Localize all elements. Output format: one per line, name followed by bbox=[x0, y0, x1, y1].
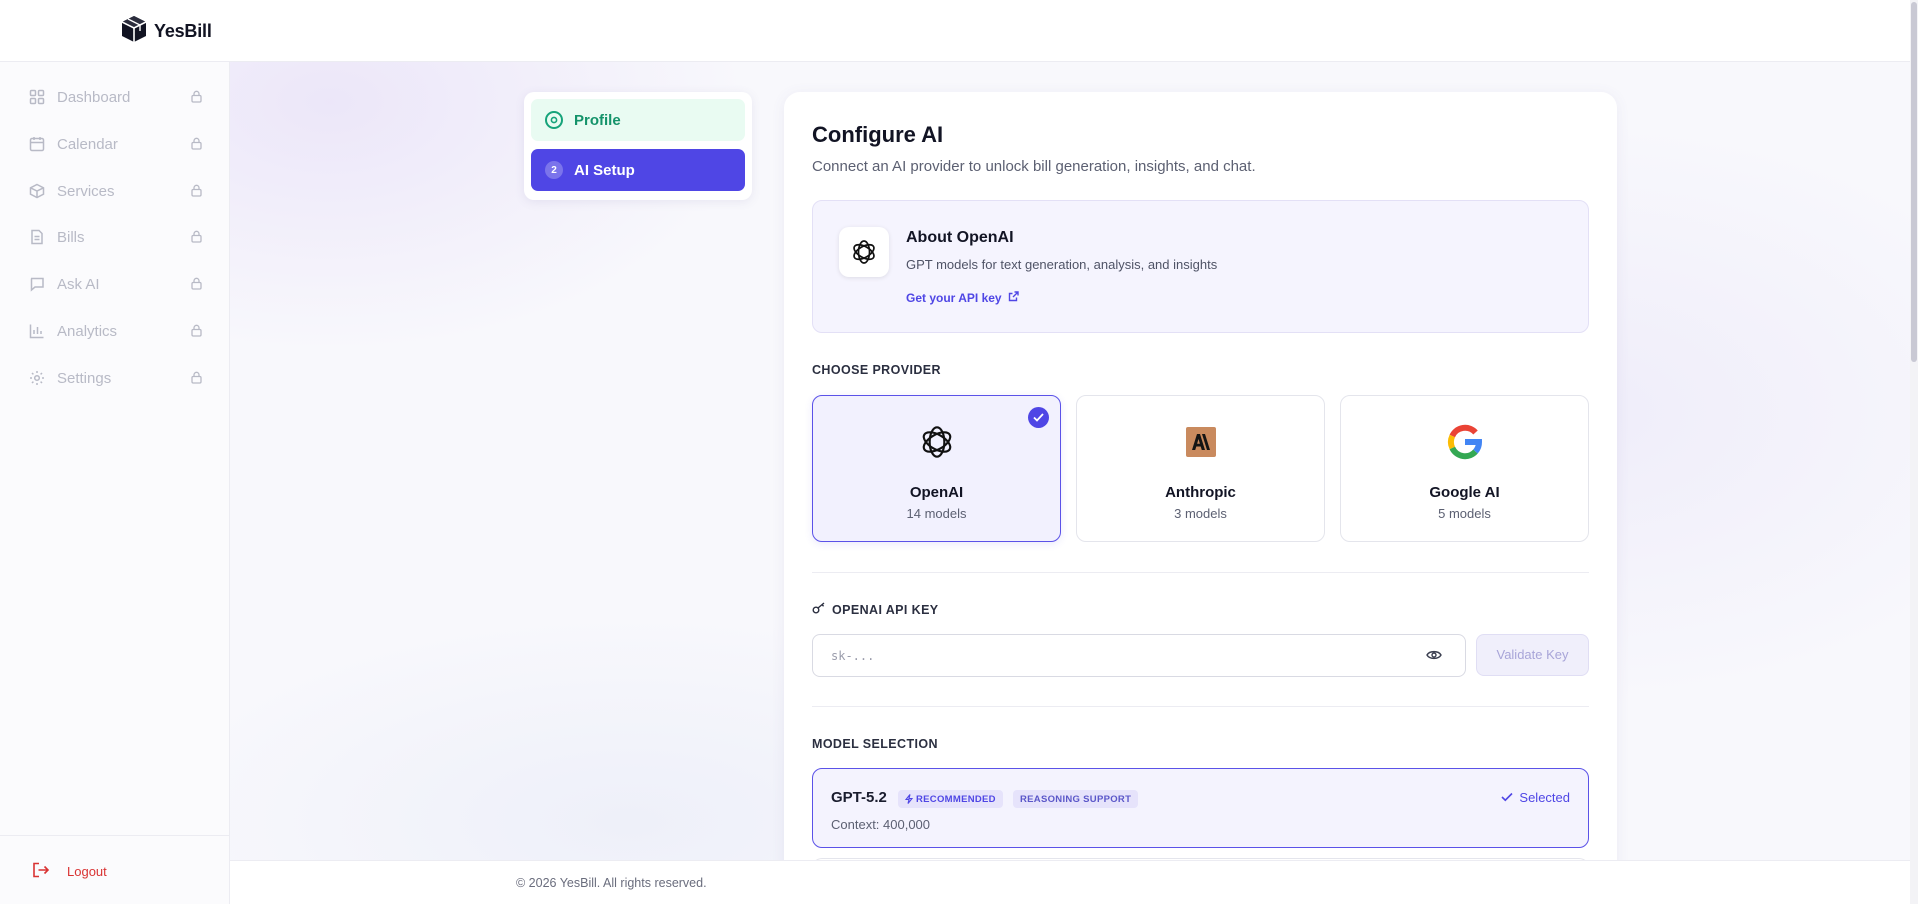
sidebar-item-settings[interactable]: Settings bbox=[28, 366, 202, 390]
document-icon bbox=[28, 228, 46, 246]
check-icon bbox=[1028, 407, 1049, 428]
external-link-icon bbox=[1008, 291, 1019, 305]
lock-icon bbox=[191, 277, 202, 294]
provider-model-count: 3 models bbox=[1174, 506, 1227, 521]
link-label: Get your API key bbox=[906, 291, 1002, 305]
sidebar-item-label: Settings bbox=[57, 369, 112, 387]
chat-icon bbox=[28, 275, 46, 293]
sidebar-item-bills[interactable]: Bills bbox=[28, 225, 202, 249]
provider-model-count: 5 models bbox=[1438, 506, 1491, 521]
check-circle-icon bbox=[545, 111, 563, 129]
sidebar-item-ask-ai[interactable]: Ask AI bbox=[28, 272, 202, 296]
brand-name: YesBill bbox=[154, 21, 212, 41]
step-number: 2 bbox=[545, 161, 563, 179]
page-title: Configure AI bbox=[812, 122, 944, 147]
about-provider-panel: About OpenAI GPT models for text generat… bbox=[812, 200, 1589, 333]
reasoning-support-badge: REASONING SUPPORT bbox=[1013, 790, 1139, 808]
page-scrollbar[interactable] bbox=[1910, 0, 1918, 904]
step-label: AI Setup bbox=[574, 161, 635, 179]
provider-card-anthropic[interactable]: Anthropic 3 models bbox=[1076, 395, 1325, 542]
brand-logo[interactable]: YesBill bbox=[119, 14, 212, 49]
provider-name: OpenAI bbox=[909, 484, 964, 501]
badge-text: RECOMMENDED bbox=[916, 793, 996, 805]
lock-icon bbox=[191, 371, 202, 388]
logout-button[interactable]: Logout bbox=[32, 862, 107, 881]
scrollbar-thumb[interactable] bbox=[1911, 2, 1917, 362]
sidebar-item-label: Ask AI bbox=[57, 275, 100, 293]
selected-label: Selected bbox=[1519, 790, 1570, 805]
calendar-icon bbox=[28, 135, 46, 153]
top-header: YesBill bbox=[0, 0, 1910, 62]
sidebar: Dashboard Calendar Services Bills Ask AI bbox=[0, 62, 230, 904]
sidebar-item-label: Bills bbox=[57, 228, 85, 246]
choose-provider-label: CHOOSE PROVIDER bbox=[812, 363, 941, 377]
sidebar-item-calendar[interactable]: Calendar bbox=[28, 132, 202, 156]
logout-label: Logout bbox=[67, 864, 107, 879]
divider bbox=[812, 572, 1589, 573]
lock-icon bbox=[191, 137, 202, 154]
provider-card-google-ai[interactable]: Google AI 5 models bbox=[1340, 395, 1589, 542]
sidebar-item-label: Dashboard bbox=[57, 88, 131, 106]
about-description: GPT models for text generation, analysis… bbox=[906, 257, 1218, 272]
openai-logo-icon bbox=[839, 227, 889, 277]
footer: © 2026 YesBill. All rights reserved. bbox=[230, 860, 1910, 904]
page-subtitle: Connect an AI provider to unlock bill ge… bbox=[812, 158, 1256, 175]
provider-name: Anthropic bbox=[1165, 484, 1236, 501]
sidebar-item-label: Services bbox=[57, 182, 115, 200]
model-selection-label: MODEL SELECTION bbox=[812, 737, 938, 751]
gear-icon bbox=[28, 369, 46, 387]
divider bbox=[812, 706, 1589, 707]
sidebar-item-label: Analytics bbox=[57, 322, 118, 340]
lock-icon bbox=[191, 184, 202, 201]
logout-section: Logout bbox=[0, 835, 229, 904]
provider-name: Google AI bbox=[1429, 484, 1500, 501]
about-title: About OpenAI bbox=[906, 229, 1014, 246]
sidebar-item-services[interactable]: Services bbox=[28, 179, 202, 203]
sidebar-item-analytics[interactable]: Analytics bbox=[28, 319, 202, 343]
lock-icon bbox=[191, 90, 202, 107]
box-icon bbox=[28, 182, 46, 200]
openai-logo-icon bbox=[917, 422, 957, 462]
configure-ai-card: Configure AI Connect an AI provider to u… bbox=[784, 92, 1617, 872]
lock-icon bbox=[191, 230, 202, 247]
model-name: GPT-5.2 bbox=[831, 789, 887, 806]
logout-icon bbox=[32, 862, 50, 881]
api-key-label-row: OPENAI API KEY bbox=[812, 602, 939, 617]
get-api-key-link[interactable]: Get your API key bbox=[906, 291, 1019, 305]
grid-icon bbox=[28, 88, 46, 106]
anthropic-logo-icon bbox=[1181, 422, 1221, 462]
step-label: Profile bbox=[574, 111, 621, 129]
check-icon bbox=[1501, 790, 1513, 805]
sidebar-item-label: Calendar bbox=[57, 135, 118, 153]
provider-card-openai[interactable]: OpenAI 14 models bbox=[812, 395, 1061, 542]
api-key-label: OPENAI API KEY bbox=[832, 602, 939, 617]
setup-stepper: Profile 2 AI Setup bbox=[524, 92, 752, 200]
key-icon bbox=[812, 602, 826, 617]
step-profile[interactable]: Profile bbox=[531, 99, 745, 141]
selected-indicator: Selected bbox=[1501, 790, 1570, 805]
lock-icon bbox=[191, 324, 202, 341]
lightning-icon bbox=[905, 794, 913, 804]
step-ai-setup[interactable]: 2 AI Setup bbox=[531, 149, 745, 191]
provider-model-count: 14 models bbox=[906, 506, 967, 521]
model-option-gpt-5-2[interactable]: GPT-5.2 RECOMMENDED REASONING SUPPORT Co… bbox=[812, 768, 1589, 848]
copyright-text: © 2026 YesBill. All rights reserved. bbox=[516, 876, 707, 890]
sidebar-item-dashboard[interactable]: Dashboard bbox=[28, 85, 202, 109]
validate-key-button[interactable]: Validate Key bbox=[1476, 634, 1589, 676]
eye-icon[interactable] bbox=[1426, 648, 1442, 666]
google-logo-icon bbox=[1445, 422, 1485, 462]
cube-logo-icon bbox=[119, 14, 149, 49]
model-context: Context: 400,000 bbox=[831, 817, 931, 832]
recommended-badge: RECOMMENDED bbox=[898, 790, 1003, 808]
bar-chart-icon bbox=[28, 322, 46, 340]
api-key-input[interactable] bbox=[812, 634, 1466, 677]
